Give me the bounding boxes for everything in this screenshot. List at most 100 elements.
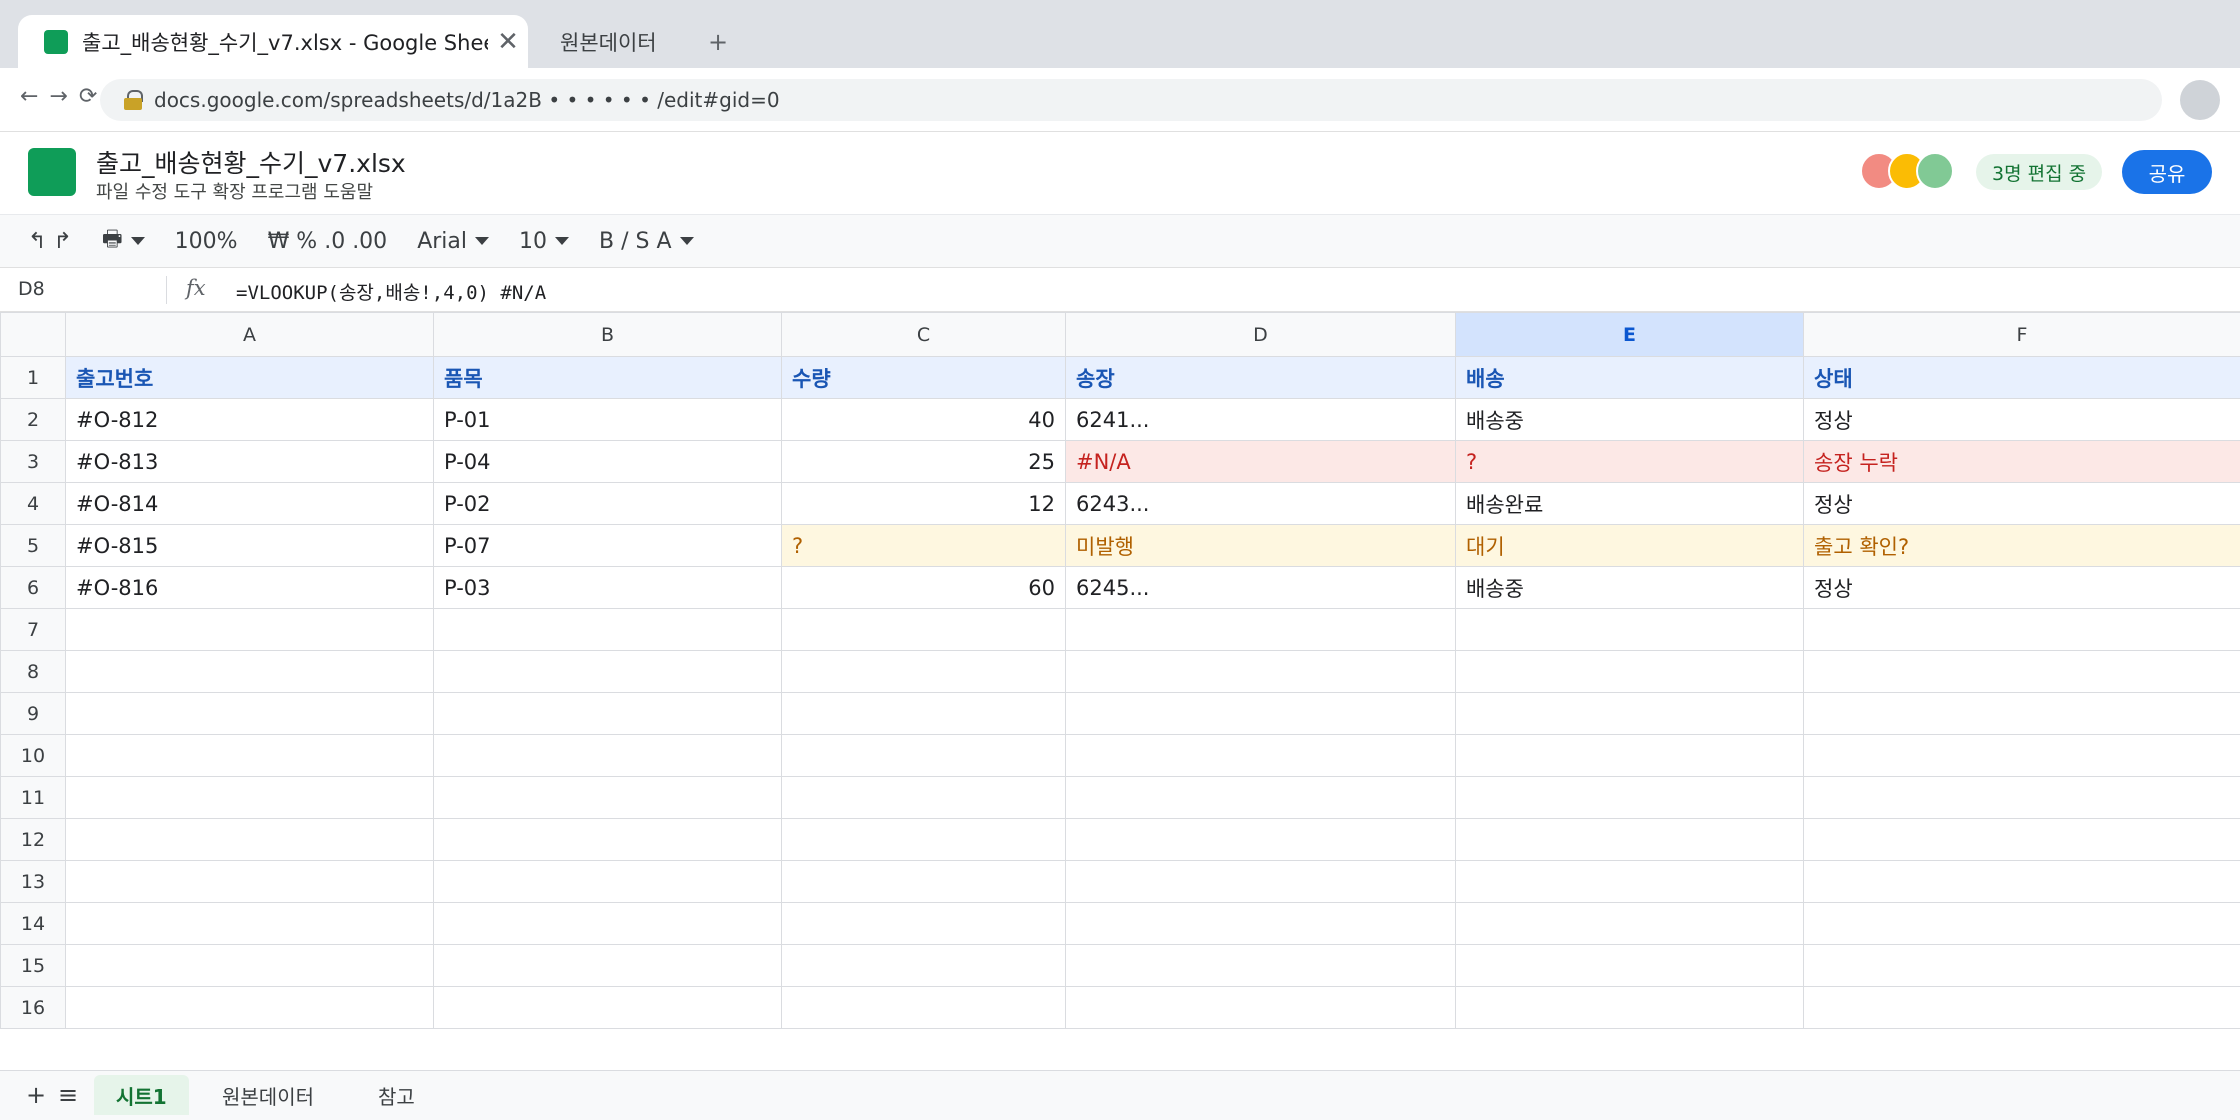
cell[interactable] — [781, 650, 1066, 693]
profile-avatar[interactable] — [2180, 80, 2220, 120]
cell[interactable] — [1803, 986, 2240, 1029]
cell[interactable]: 정상 — [1803, 482, 2240, 525]
cell[interactable]: 정상 — [1803, 566, 2240, 609]
cell[interactable] — [433, 776, 782, 819]
cell[interactable] — [1455, 608, 1804, 651]
column-header[interactable]: A — [65, 312, 434, 357]
cell[interactable] — [1455, 818, 1804, 861]
cell[interactable] — [1065, 944, 1456, 987]
row-header[interactable]: 2 — [0, 398, 66, 441]
cell[interactable] — [65, 734, 434, 777]
row-header[interactable]: 1 — [0, 356, 66, 399]
cell[interactable] — [433, 944, 782, 987]
cell[interactable]: #O-815 — [65, 524, 434, 567]
cell[interactable] — [1803, 692, 2240, 735]
warning-cell[interactable]: 미발행 — [1065, 524, 1456, 567]
nav-buttons[interactable]: ← → ⟳ — [20, 84, 99, 109]
cell[interactable]: 6245... — [1065, 566, 1456, 609]
share-button[interactable]: 공유 — [2122, 150, 2212, 194]
error-cell[interactable]: ? — [1455, 440, 1804, 483]
avatar[interactable] — [1916, 152, 1954, 190]
tab-close-icon[interactable]: ✕ — [488, 27, 528, 57]
cell[interactable] — [65, 692, 434, 735]
row-header[interactable]: 3 — [0, 440, 66, 483]
cell[interactable] — [1455, 860, 1804, 903]
row-header[interactable]: 10 — [0, 734, 66, 777]
cell[interactable] — [1065, 734, 1456, 777]
sheet-tab-active[interactable]: 시트1 — [94, 1075, 189, 1115]
cell[interactable] — [1803, 818, 2240, 861]
column-header[interactable]: C — [781, 312, 1066, 357]
cell[interactable]: #O-813 — [65, 440, 434, 483]
column-header[interactable]: D — [1065, 312, 1456, 357]
cell[interactable] — [433, 986, 782, 1029]
print-button[interactable]: 🖶 — [102, 222, 145, 260]
cell[interactable] — [781, 860, 1066, 903]
menu-bar[interactable]: 파일 수정 도구 확장 프로그램 도움말 — [96, 178, 373, 204]
row-header[interactable]: 8 — [0, 650, 66, 693]
cell[interactable] — [1065, 986, 1456, 1029]
cell[interactable]: 12 — [781, 482, 1066, 525]
row-header[interactable]: 13 — [0, 860, 66, 903]
row-header[interactable]: 4 — [0, 482, 66, 525]
column-header[interactable]: B — [433, 312, 782, 357]
cell[interactable] — [781, 776, 1066, 819]
cell[interactable]: 배송중 — [1455, 398, 1804, 441]
row-header[interactable]: 5 — [0, 524, 66, 567]
add-sheet-button[interactable]: + — [26, 1081, 46, 1109]
column-header[interactable]: F — [1803, 312, 2240, 357]
cell[interactable] — [65, 902, 434, 945]
cell[interactable] — [1455, 734, 1804, 777]
cell[interactable]: 수량 — [781, 356, 1066, 399]
cell[interactable]: #O-812 — [65, 398, 434, 441]
row-header[interactable]: 14 — [0, 902, 66, 945]
cell[interactable] — [1455, 692, 1804, 735]
cell[interactable]: 출고번호 — [65, 356, 434, 399]
cell[interactable] — [781, 902, 1066, 945]
cell[interactable]: 60 — [781, 566, 1066, 609]
sheets-logo-icon[interactable] — [28, 148, 76, 196]
cell[interactable]: 6241... — [1065, 398, 1456, 441]
cell[interactable]: 상태 — [1803, 356, 2240, 399]
cell[interactable] — [1803, 944, 2240, 987]
cell[interactable] — [65, 860, 434, 903]
cell[interactable] — [1065, 776, 1456, 819]
cell[interactable] — [65, 986, 434, 1029]
cell[interactable] — [1455, 944, 1804, 987]
cell[interactable] — [1803, 734, 2240, 777]
cell[interactable] — [1455, 776, 1804, 819]
name-box[interactable]: D8 — [18, 278, 45, 300]
cell[interactable]: 배송완료 — [1455, 482, 1804, 525]
cell[interactable]: 품목 — [433, 356, 782, 399]
error-cell[interactable]: 송장 누락 — [1803, 440, 2240, 483]
row-header[interactable]: 15 — [0, 944, 66, 987]
cell[interactable] — [65, 818, 434, 861]
cell[interactable]: P-02 — [433, 482, 782, 525]
cell[interactable] — [1455, 650, 1804, 693]
new-tab-button[interactable]: + — [708, 15, 728, 68]
font-select[interactable]: Arial — [417, 229, 489, 254]
cell[interactable] — [1065, 650, 1456, 693]
cell[interactable] — [781, 986, 1066, 1029]
cell[interactable] — [781, 734, 1066, 777]
cell[interactable] — [433, 650, 782, 693]
font-size-select[interactable]: 10 — [519, 229, 569, 254]
warning-cell[interactable]: ? — [781, 524, 1066, 567]
row-header[interactable]: 6 — [0, 566, 66, 609]
cell[interactable]: 6243... — [1065, 482, 1456, 525]
select-all-corner[interactable] — [0, 312, 66, 357]
formula-input[interactable]: =VLOOKUP(송장,배송!,4,0) #N/A — [236, 278, 546, 305]
cell[interactable]: #O-816 — [65, 566, 434, 609]
cell[interactable] — [1455, 902, 1804, 945]
cell[interactable]: P-04 — [433, 440, 782, 483]
sheet-tab[interactable]: 원본데이터 — [200, 1075, 336, 1115]
cell[interactable] — [1455, 986, 1804, 1029]
cell[interactable] — [1065, 860, 1456, 903]
cell[interactable] — [1803, 650, 2240, 693]
url-field[interactable]: docs.google.com/spreadsheets/d/1a2B • • … — [100, 79, 2162, 121]
row-header[interactable]: 12 — [0, 818, 66, 861]
cell[interactable]: 40 — [781, 398, 1066, 441]
cell[interactable]: 배송 — [1455, 356, 1804, 399]
undo-redo-button[interactable]: ↰ ↱ — [28, 229, 72, 254]
cell[interactable] — [781, 944, 1066, 987]
